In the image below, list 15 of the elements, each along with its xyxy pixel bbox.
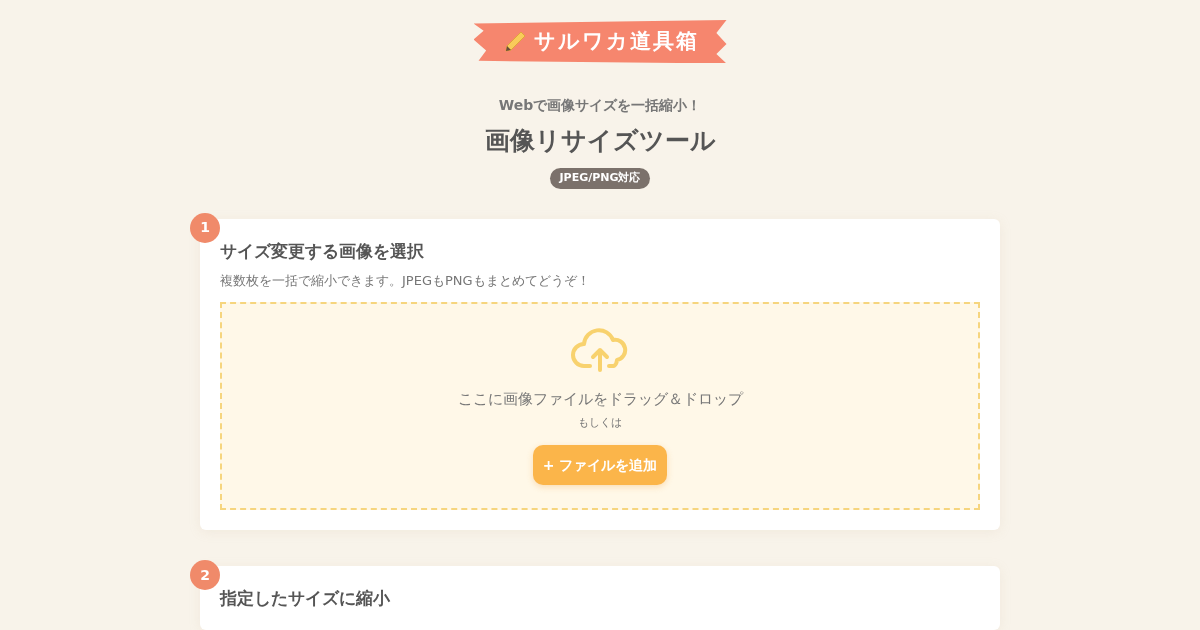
cloud-upload-icon [570,328,630,372]
step-title: 指定したサイズに縮小 [220,587,391,610]
logo-banner[interactable]: サルワカ道具箱 [473,20,727,64]
step-description: 複数枚を一括で縮小できます。JPEGもPNGもまとめてどうぞ！ [220,271,591,290]
or-label: もしくは [578,414,622,431]
step-title: サイズ変更する画像を選択 [220,239,425,263]
drop-zone[interactable]: ここに画像ファイルをドラッグ＆ドロップ もしくは + ファイルを追加 [220,302,980,510]
format-badge: JPEG/PNG対応 [550,168,650,189]
add-file-button[interactable]: + ファイルを追加 [532,445,668,485]
page-title: 画像リサイズツール [484,125,716,158]
step-number-badge: 2 [190,560,220,590]
step-number-badge: 1 [190,212,220,243]
drop-prompt: ここに画像ファイルをドラッグ＆ドロップ [457,389,743,410]
tagline: Webで画像サイズを一括縮小！ [498,96,702,116]
logo-text: サルワカ道具箱 [533,27,699,55]
